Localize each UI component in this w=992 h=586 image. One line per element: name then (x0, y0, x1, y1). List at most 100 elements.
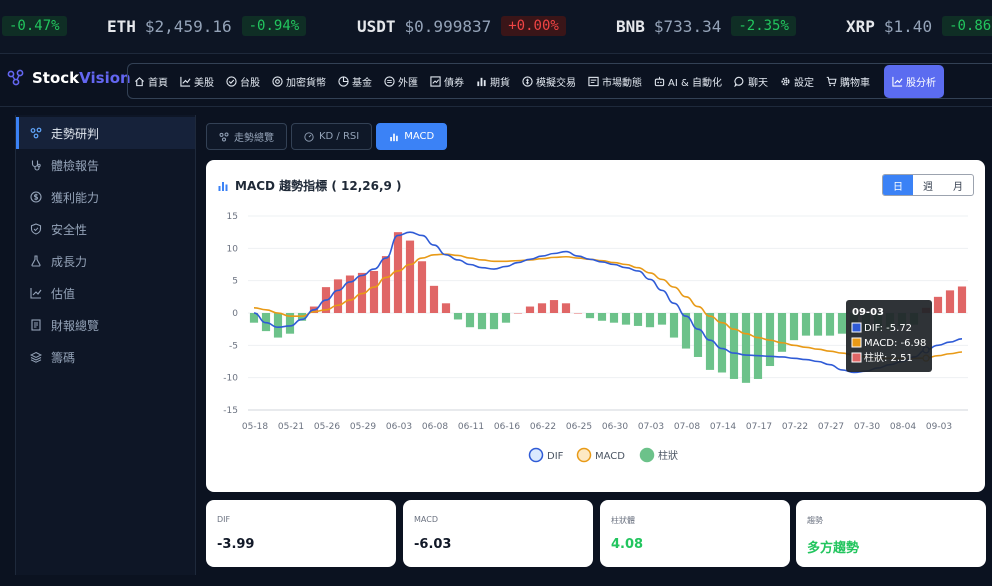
bars-icon (477, 77, 486, 86)
nav-item-market-news[interactable]: 市場動態 (588, 74, 642, 89)
x-tick-label: 07-30 (854, 422, 880, 432)
nav-item-bond[interactable]: 債券 (430, 74, 464, 89)
ticker-item-bnb[interactable]: BNB $733.34 -2.35% (616, 14, 796, 38)
ticker-price: $0.999837 (404, 16, 492, 36)
period-week-button[interactable]: 週 (913, 175, 943, 195)
histogram-bar (369, 270, 379, 313)
nav-item-us-stock[interactable]: 美股 (180, 74, 214, 89)
nav-item-chat[interactable]: 聊天 (734, 74, 768, 89)
x-tick-label: 07-03 (638, 422, 664, 432)
histogram-bar (957, 286, 967, 313)
cart-icon (826, 76, 837, 86)
macd-chart[interactable]: 15 10 5 0 -5 -10 -15 05-18 05-21 05-26 05-29 06-03 0… (206, 160, 985, 492)
histogram-bar (381, 256, 391, 313)
x-tick-label: 08-04 (890, 422, 916, 432)
ticker-item-usdt[interactable]: USDT $0.999837 +0.00% (357, 14, 566, 38)
robot-icon (654, 76, 665, 86)
y-tick-label: 5 (232, 277, 238, 287)
sidebar-item-health[interactable]: 體檢報告 (16, 149, 195, 181)
gear-icon (781, 76, 790, 86)
histogram-bar (777, 313, 787, 352)
ticker-change: -0.86 (942, 16, 992, 36)
sidebar-item-profit[interactable]: 獲利能力 (16, 181, 195, 213)
histogram-bar (417, 261, 427, 313)
sidebar-label: 體檢報告 (51, 158, 100, 173)
period-month-button[interactable]: 月 (943, 175, 973, 195)
sidebar-label: 安全性 (51, 222, 88, 237)
nav-item-crypto[interactable]: 加密貨幣 (272, 74, 326, 89)
tab-kd-rsi[interactable]: KD / RSI (291, 123, 373, 150)
nav-item-futures[interactable]: 期貨 (476, 74, 510, 89)
nav-item-sim-trade[interactable]: 模擬交易 (522, 74, 576, 89)
tooltip-swatch (851, 337, 862, 348)
layers-icon (30, 351, 42, 363)
tooltip-swatch (851, 352, 862, 363)
brand-logo[interactable]: StockVision (7, 69, 131, 87)
sidebar-item-financials[interactable]: 財報總覽 (16, 309, 195, 341)
histogram-bar (489, 313, 499, 330)
nav-item-tw-stock[interactable]: 台股 (226, 74, 260, 89)
nav-item-settings[interactable]: 設定 (780, 74, 814, 89)
period-day-button[interactable]: 日 (883, 175, 913, 195)
nav-item-forex[interactable]: 外匯 (384, 74, 418, 89)
ticker-item-eth[interactable]: ETH $2,459.16 -0.94% (107, 14, 307, 38)
analysis-icon (892, 76, 903, 87)
stat-value: 多方趨勢 (807, 541, 860, 556)
x-tick-label: 07-14 (710, 422, 736, 432)
stat-card-dif: DIF -3.99 (206, 500, 396, 567)
nav-item-home[interactable]: 首頁 (134, 74, 168, 89)
sidebar-item-trend[interactable]: 走勢研判 (16, 117, 195, 149)
sidebar-item-safety[interactable]: 安全性 (16, 213, 195, 245)
sidebar-item-chips[interactable]: 籌碼 (16, 341, 195, 373)
main-menu: 首頁 美股 台股 加密貨幣 基金 外匯 債券 期貨 模擬交易 市場動態 AI &… (127, 63, 992, 99)
ticker-item[interactable]: -0.47% (2, 14, 67, 38)
trend-icon (430, 75, 441, 87)
sidebar-label: 財報總覽 (51, 318, 100, 333)
x-tick-label: 07-22 (782, 422, 808, 432)
x-tick-label: 07-27 (818, 422, 844, 432)
histogram-bar (525, 306, 535, 313)
brand-name-a: Stock (32, 69, 80, 87)
nav-label: 模擬交易 (536, 77, 576, 89)
nav-item-cart[interactable]: 購物車 (826, 74, 870, 89)
sidebar-item-valuation[interactable]: 估值 (16, 277, 195, 309)
histogram-bar (801, 313, 811, 336)
stat-value: -3.99 (217, 537, 255, 552)
tab-trend-overview[interactable]: 走勢總覽 (206, 123, 287, 150)
dollar-circle-icon (30, 191, 42, 203)
histogram-bar (501, 313, 511, 323)
nav-item-ai-automation[interactable]: AI & 自動化 (654, 74, 722, 89)
nav-label: 美股 (194, 77, 214, 89)
sidebar-label: 獲利能力 (51, 190, 100, 205)
tab-macd[interactable]: MACD (376, 123, 448, 150)
stat-label: DIF (217, 515, 231, 524)
chart-title: MACD 趨勢指標 ( 12,26,9 ) (217, 177, 402, 194)
tab-label: KD / RSI (319, 131, 360, 142)
nav-item-fund[interactable]: 基金 (338, 74, 372, 89)
report-icon (31, 319, 41, 331)
legend-swatch (576, 447, 592, 463)
histogram-bar (825, 313, 835, 336)
ticker-price: $733.34 (653, 16, 722, 36)
tooltip-swatch (851, 322, 862, 333)
indicator-tabs: 走勢總覽 KD / RSI MACD (206, 123, 451, 150)
histogram-bar (693, 313, 703, 357)
tooltip-date: 09-03 (852, 307, 884, 318)
histogram-bar (405, 240, 415, 313)
legend-swatch (528, 447, 544, 463)
ticker-price: $1.40 (883, 16, 933, 36)
ticker-item-xrp[interactable]: XRP $1.40 -0.86 (846, 14, 992, 38)
brand-name-b: Vision (79, 69, 131, 87)
nav-label: 購物車 (839, 77, 870, 89)
sidebar-item-growth[interactable]: 成長力 (16, 245, 195, 277)
nav-label: 首頁 (148, 77, 168, 89)
nav-item-stock-analysis[interactable]: 股分析 (883, 64, 944, 98)
trend-nodes-icon (219, 132, 229, 141)
histogram-bar (273, 313, 283, 338)
nav-label: AI & 自動化 (668, 77, 722, 89)
stat-card-macd: MACD -6.03 (403, 500, 593, 567)
histogram-bar (645, 313, 655, 328)
y-tick-label: -15 (223, 406, 238, 416)
x-tick-label: 05-29 (350, 422, 376, 432)
histogram-bar (609, 313, 619, 323)
